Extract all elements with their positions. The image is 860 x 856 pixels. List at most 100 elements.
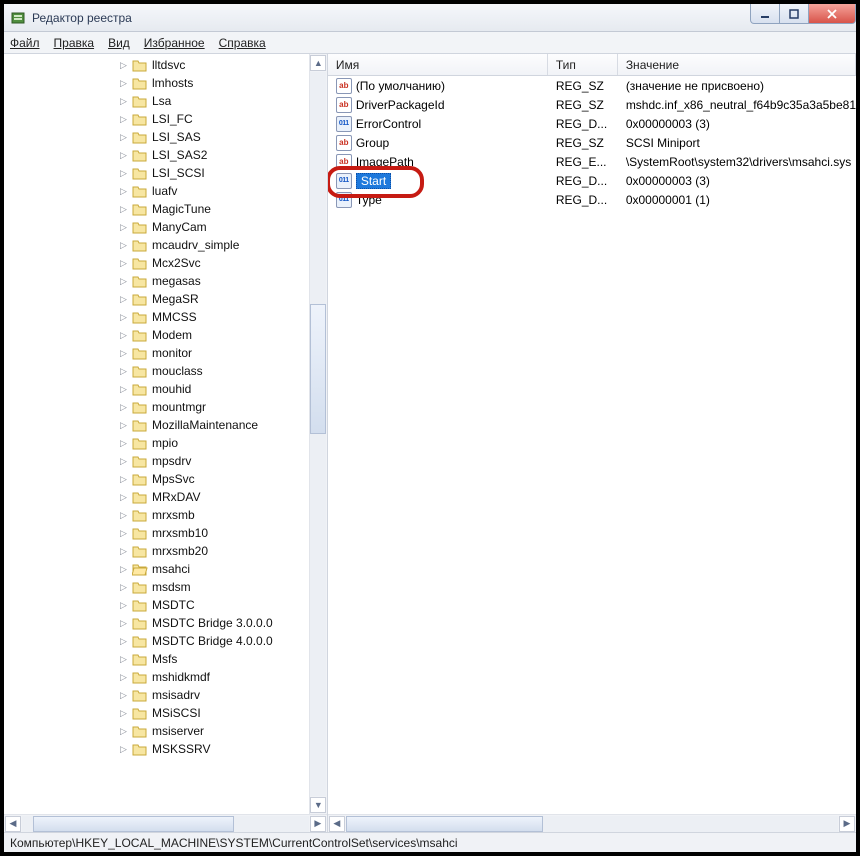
menu-favorites[interactable]: Избранное xyxy=(144,36,205,50)
tree-node[interactable]: ▷MagicTune xyxy=(118,200,309,218)
expander-icon[interactable]: ▷ xyxy=(118,510,129,521)
values-list[interactable]: ab(По умолчанию)REG_SZ(значение не присв… xyxy=(328,76,856,814)
tree-node[interactable]: ▷mouhid xyxy=(118,380,309,398)
expander-icon[interactable]: ▷ xyxy=(118,726,129,737)
tree-node[interactable]: ▷Msfs xyxy=(118,650,309,668)
menu-edit[interactable]: Правка xyxy=(54,36,95,50)
tree-node[interactable]: ▷mshidkmdf xyxy=(118,668,309,686)
tree-node[interactable]: ▷mcaudrv_simple xyxy=(118,236,309,254)
expander-icon[interactable]: ▷ xyxy=(118,582,129,593)
expander-icon[interactable]: ▷ xyxy=(118,438,129,449)
col-value[interactable]: Значение xyxy=(618,54,856,75)
tree-node[interactable]: ▷LSI_FC xyxy=(118,110,309,128)
scroll-left-icon[interactable]: ◀ xyxy=(329,816,345,832)
value-row[interactable]: 011ErrorControlREG_D...0x00000003 (3) xyxy=(328,114,856,133)
expander-icon[interactable]: ▷ xyxy=(118,168,129,179)
tree-node[interactable]: ▷msahci xyxy=(118,560,309,578)
expander-icon[interactable]: ▷ xyxy=(118,330,129,341)
tree-node[interactable]: ▷MSDTC Bridge 3.0.0.0 xyxy=(118,614,309,632)
expander-icon[interactable]: ▷ xyxy=(118,222,129,233)
expander-icon[interactable]: ▷ xyxy=(118,492,129,503)
expander-icon[interactable]: ▷ xyxy=(118,636,129,647)
expander-icon[interactable]: ▷ xyxy=(118,60,129,71)
tree-node[interactable]: ▷MegaSR xyxy=(118,290,309,308)
expander-icon[interactable]: ▷ xyxy=(118,672,129,683)
tree-node[interactable]: ▷mrxsmb20 xyxy=(118,542,309,560)
tree-node[interactable]: ▷mpio xyxy=(118,434,309,452)
tree-node[interactable]: ▷mrxsmb10 xyxy=(118,524,309,542)
expander-icon[interactable]: ▷ xyxy=(118,276,129,287)
scroll-thumb[interactable] xyxy=(33,816,234,832)
title-bar[interactable]: Редактор реестра xyxy=(4,4,856,32)
expander-icon[interactable]: ▷ xyxy=(118,456,129,467)
tree-node[interactable]: ▷lmhosts xyxy=(118,74,309,92)
tree-node[interactable]: ▷Lsa xyxy=(118,92,309,110)
expander-icon[interactable]: ▷ xyxy=(118,132,129,143)
scroll-thumb[interactable] xyxy=(310,304,326,434)
tree-node[interactable]: ▷Mcx2Svc xyxy=(118,254,309,272)
expander-icon[interactable]: ▷ xyxy=(118,690,129,701)
scroll-right-icon[interactable]: ▶ xyxy=(310,816,326,832)
scroll-up-icon[interactable]: ▲ xyxy=(310,55,326,71)
scroll-track[interactable] xyxy=(346,816,838,832)
expander-icon[interactable]: ▷ xyxy=(118,96,129,107)
tree-node[interactable]: ▷luafv xyxy=(118,182,309,200)
close-button[interactable] xyxy=(808,4,856,24)
scroll-track[interactable] xyxy=(310,72,326,796)
value-row[interactable]: 011StartREG_D...0x00000003 (3) xyxy=(328,171,856,190)
value-row[interactable]: abGroupREG_SZSCSI Miniport xyxy=(328,133,856,152)
expander-icon[interactable]: ▷ xyxy=(118,474,129,485)
expander-icon[interactable]: ▷ xyxy=(118,654,129,665)
scroll-thumb[interactable] xyxy=(346,816,543,832)
scroll-right-icon[interactable]: ▶ xyxy=(839,816,855,832)
expander-icon[interactable]: ▷ xyxy=(118,78,129,89)
expander-icon[interactable]: ▷ xyxy=(118,294,129,305)
tree-node[interactable]: ▷LSI_SAS2 xyxy=(118,146,309,164)
values-hscrollbar[interactable]: ◀ ▶ xyxy=(328,814,856,832)
expander-icon[interactable]: ▷ xyxy=(118,204,129,215)
expander-icon[interactable]: ▷ xyxy=(118,402,129,413)
expander-icon[interactable]: ▷ xyxy=(118,186,129,197)
tree-node[interactable]: ▷MSiSCSI xyxy=(118,704,309,722)
tree-node[interactable]: ▷MSDTC xyxy=(118,596,309,614)
tree-node[interactable]: ▷MRxDAV xyxy=(118,488,309,506)
tree-node[interactable]: ▷Modem xyxy=(118,326,309,344)
tree-node[interactable]: ▷mpsdrv xyxy=(118,452,309,470)
expander-icon[interactable]: ▷ xyxy=(118,114,129,125)
value-row[interactable]: 011TypeREG_D...0x00000001 (1) xyxy=(328,190,856,209)
expander-icon[interactable]: ▷ xyxy=(118,312,129,323)
column-headers[interactable]: Имя Тип Значение xyxy=(328,54,856,76)
tree-node[interactable]: ▷MMCSS xyxy=(118,308,309,326)
tree-node[interactable]: ▷msdsm xyxy=(118,578,309,596)
value-row[interactable]: abDriverPackageIdREG_SZmshdc.inf_x86_neu… xyxy=(328,95,856,114)
expander-icon[interactable]: ▷ xyxy=(118,744,129,755)
tree-hscrollbar[interactable]: ◀ ▶ xyxy=(4,814,327,832)
tree-node[interactable]: ▷MpsSvc xyxy=(118,470,309,488)
expander-icon[interactable]: ▷ xyxy=(118,528,129,539)
tree-node[interactable]: ▷megasas xyxy=(118,272,309,290)
value-name[interactable]: Start xyxy=(356,173,391,189)
tree-node[interactable]: ▷LSI_SCSI xyxy=(118,164,309,182)
menu-help[interactable]: Справка xyxy=(219,36,266,50)
tree-node[interactable]: ▷lltdsvc xyxy=(118,56,309,74)
scroll-down-icon[interactable]: ▼ xyxy=(310,797,326,813)
expander-icon[interactable]: ▷ xyxy=(118,708,129,719)
value-row[interactable]: abImagePathREG_E...\SystemRoot\system32\… xyxy=(328,152,856,171)
scroll-track[interactable] xyxy=(22,816,309,832)
tree-node[interactable]: ▷msisadrv xyxy=(118,686,309,704)
tree-node[interactable]: ▷MozillaMaintenance xyxy=(118,416,309,434)
col-type[interactable]: Тип xyxy=(548,54,618,75)
expander-icon[interactable]: ▷ xyxy=(118,366,129,377)
scroll-left-icon[interactable]: ◀ xyxy=(5,816,21,832)
expander-icon[interactable]: ▷ xyxy=(118,150,129,161)
tree-node[interactable]: ▷MSDTC Bridge 4.0.0.0 xyxy=(118,632,309,650)
expander-icon[interactable]: ▷ xyxy=(118,564,129,575)
minimize-button[interactable] xyxy=(750,4,780,24)
expander-icon[interactable]: ▷ xyxy=(118,384,129,395)
tree-node[interactable]: ▷ManyCam xyxy=(118,218,309,236)
tree-node[interactable]: ▷msiserver xyxy=(118,722,309,740)
tree-view[interactable]: ▷lltdsvc▷lmhosts▷Lsa▷LSI_FC▷LSI_SAS▷LSI_… xyxy=(4,54,327,814)
expander-icon[interactable]: ▷ xyxy=(118,618,129,629)
tree-vscrollbar[interactable]: ▲ ▼ xyxy=(309,54,327,814)
tree-node[interactable]: ▷LSI_SAS xyxy=(118,128,309,146)
